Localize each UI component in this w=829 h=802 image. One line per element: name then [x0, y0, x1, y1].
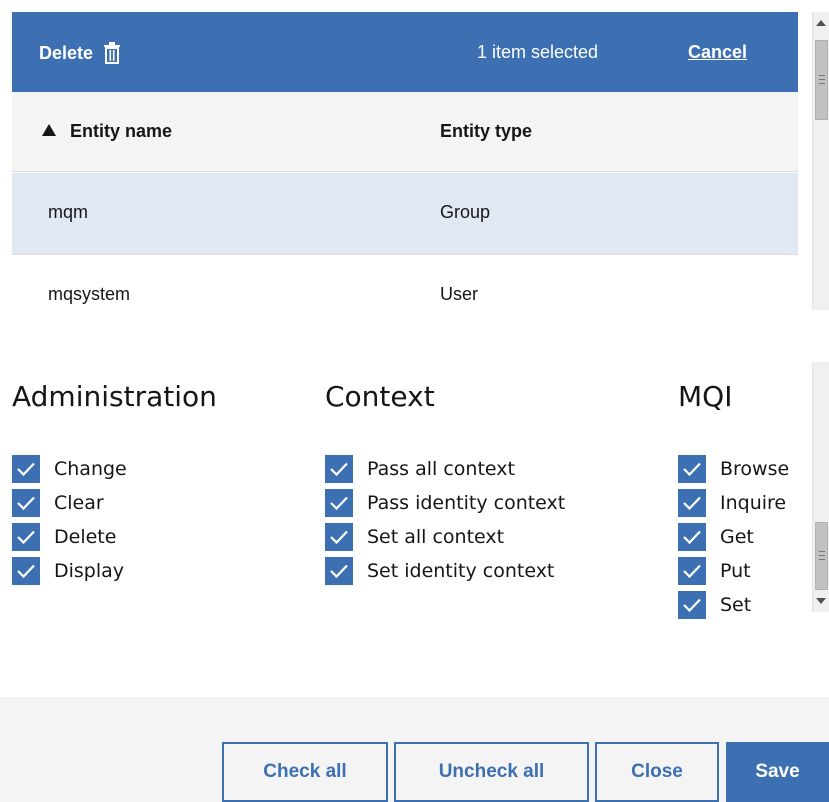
- grip-line: [819, 79, 825, 80]
- uncheck-all-button[interactable]: Uncheck all: [394, 742, 589, 802]
- checkbox-pass-identity-context[interactable]: Pass identity context: [325, 486, 565, 520]
- checkmark-icon[interactable]: [678, 455, 706, 483]
- checkmark-icon[interactable]: [678, 591, 706, 619]
- checkmark-icon[interactable]: [325, 523, 353, 551]
- table-row[interactable]: mqsystem User: [12, 255, 798, 310]
- checkmark-icon[interactable]: [678, 489, 706, 517]
- entity-type-cell: User: [440, 284, 479, 304]
- scroll-down-icon[interactable]: [816, 598, 826, 604]
- checkbox-label: Get: [720, 526, 754, 548]
- entity-name-cell: mqsystem: [48, 284, 131, 304]
- column-header-label: Entity name: [70, 121, 173, 141]
- sort-ascending-icon: [42, 124, 56, 136]
- table-header: Entity name Entity type: [12, 92, 798, 172]
- delete-button[interactable]: Delete: [39, 40, 121, 66]
- checkbox-put[interactable]: Put: [678, 554, 789, 588]
- trash-icon: [104, 42, 121, 64]
- administration-heading: Administration: [12, 380, 217, 413]
- column-header-label: Entity type: [440, 121, 533, 141]
- checkbox-label: Set all context: [367, 526, 505, 548]
- close-button[interactable]: Close: [595, 742, 719, 802]
- checkbox-browse[interactable]: Browse: [678, 452, 789, 486]
- column-header-entity-type[interactable]: Entity type: [440, 121, 532, 142]
- column-header-entity-name[interactable]: Entity name: [42, 121, 172, 142]
- context-heading: Context: [325, 380, 435, 413]
- checkbox-label: Change: [54, 458, 127, 480]
- grip-line: [819, 83, 825, 84]
- checkmark-icon[interactable]: [678, 523, 706, 551]
- administration-checkbox-list: Change Clear Delete Display: [12, 452, 127, 588]
- table-scrollbar[interactable]: [812, 12, 829, 310]
- scroll-up-icon[interactable]: [816, 20, 826, 26]
- save-button[interactable]: Save: [726, 742, 829, 802]
- checkbox-set-identity-context[interactable]: Set identity context: [325, 554, 565, 588]
- scrollbar-thumb[interactable]: [815, 522, 828, 590]
- checkmark-icon[interactable]: [12, 523, 40, 551]
- checkbox-inquire[interactable]: Inquire: [678, 486, 789, 520]
- grip-line: [819, 555, 825, 556]
- scrollbar-thumb[interactable]: [815, 40, 828, 120]
- selection-count: 1 item selected: [477, 42, 599, 62]
- checkbox-label: Browse: [720, 458, 790, 480]
- checkbox-display[interactable]: Display: [12, 554, 127, 588]
- entity-name-cell: mqm: [48, 202, 88, 222]
- mqi-checkbox-list: Browse Inquire Get Put Set: [678, 452, 789, 622]
- checkmark-icon[interactable]: [325, 455, 353, 483]
- checkbox-label: Set: [720, 594, 752, 616]
- grip-line: [819, 551, 825, 552]
- checkbox-pass-all-context[interactable]: Pass all context: [325, 452, 565, 486]
- context-checkbox-list: Pass all context Pass identity context S…: [325, 452, 565, 588]
- checkbox-label: Delete: [54, 526, 117, 548]
- checkmark-icon[interactable]: [12, 455, 40, 483]
- checkbox-set-all-context[interactable]: Set all context: [325, 520, 565, 554]
- checkmark-icon[interactable]: [325, 557, 353, 585]
- checkmark-icon[interactable]: [678, 557, 706, 585]
- permissions-scrollbar[interactable]: [812, 362, 829, 612]
- entity-table-panel: Delete 1 item selected Cancel Entity nam…: [0, 0, 811, 310]
- grip-line: [819, 559, 825, 560]
- entity-type-cell: Group: [440, 202, 491, 222]
- checkmark-icon[interactable]: [12, 557, 40, 585]
- check-all-button[interactable]: Check all: [222, 742, 388, 802]
- grip-line: [819, 75, 825, 76]
- checkmark-icon[interactable]: [325, 489, 353, 517]
- checkbox-change[interactable]: Change: [12, 452, 127, 486]
- checkbox-clear[interactable]: Clear: [12, 486, 127, 520]
- checkbox-label: Put: [720, 560, 751, 582]
- checkbox-label: Pass all context: [367, 458, 515, 480]
- checkbox-set[interactable]: Set: [678, 588, 789, 622]
- checkbox-label: Clear: [54, 492, 104, 514]
- checkbox-label: Display: [54, 560, 125, 582]
- cancel-link[interactable]: Cancel: [688, 42, 747, 63]
- checkbox-get[interactable]: Get: [678, 520, 789, 554]
- checkbox-label: Set identity context: [367, 560, 555, 582]
- checkmark-icon[interactable]: [12, 489, 40, 517]
- batch-action-toolbar: Delete 1 item selected Cancel: [12, 12, 798, 92]
- checkbox-label: Pass identity context: [367, 492, 566, 514]
- checkbox-label: Inquire: [720, 492, 787, 514]
- delete-button-label: Delete: [39, 42, 94, 63]
- checkbox-delete[interactable]: Delete: [12, 520, 127, 554]
- mqi-heading: MQI: [678, 380, 733, 413]
- table-row[interactable]: mqm Group: [12, 173, 798, 255]
